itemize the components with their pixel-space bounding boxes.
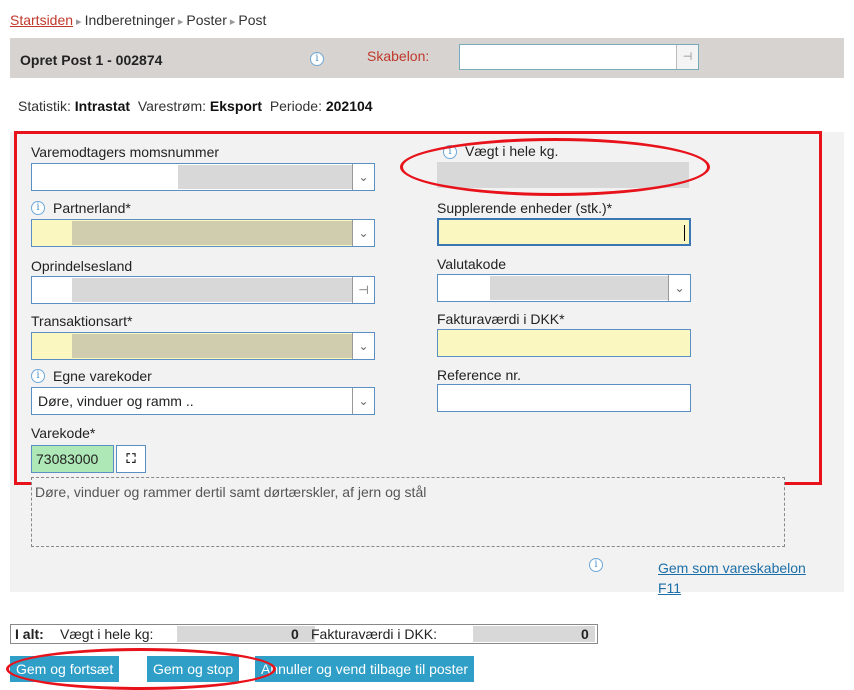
statistics-line: Statistik: Intrastat Varestrøm: Eksport … (18, 98, 373, 114)
periode-label: Periode: (269, 98, 322, 114)
totals-faktura-label: Fakturaværdi i DKK: (311, 626, 438, 642)
highlight-ellipse (6, 648, 276, 690)
info-icon[interactable]: i (310, 52, 324, 66)
periode-value: 202104 (325, 98, 373, 114)
varestrom-label: Varestrøm: (137, 98, 207, 114)
annuller-button[interactable]: Annuller og vend tilbage til poster (255, 656, 475, 682)
gem-link-line2: F11 (658, 580, 682, 596)
breadcrumb-home-link[interactable]: Startsiden (10, 12, 73, 28)
statistik-value: Intrastat (74, 98, 131, 114)
totals-vaegt-value: 0 (291, 626, 299, 642)
description-box: Døre, vinduer og rammer dertil samt dørt… (31, 477, 785, 547)
breadcrumb-separator: ▸ (177, 16, 184, 28)
varestrom-value: Eksport (209, 98, 263, 114)
page-title: Opret Post 1 - 002874 (20, 52, 163, 68)
gem-link-line1: Gem som vareskabelon (658, 560, 806, 576)
breadcrumb-item-post: Post (238, 12, 267, 28)
breadcrumb-item-poster: Poster (186, 12, 227, 28)
gem-vareskabelon-link[interactable]: Gem som vareskabelon F11 (658, 558, 806, 598)
lookup-icon[interactable]: ⊣ (676, 45, 698, 69)
skabelon-label: Skabelon: (367, 48, 430, 64)
info-icon[interactable]: i (589, 558, 603, 572)
statistik-label: Statistik: (18, 98, 71, 114)
breadcrumb-separator: ▸ (229, 16, 236, 28)
breadcrumb: Startsiden ▸ Indberetninger ▸ Poster ▸ Post (10, 12, 266, 28)
totals-bar: I alt: Vægt i hele kg: 0 Fakturaværdi i … (10, 624, 598, 644)
totals-vaegt-label: Vægt i hele kg: (60, 626, 154, 642)
breadcrumb-separator: ▸ (76, 16, 82, 28)
totals-label: I alt: (15, 626, 44, 642)
totals-faktura-value: 0 (581, 626, 589, 642)
skabelon-input[interactable]: ⊣ (459, 44, 699, 70)
breadcrumb-item-indberetninger: Indberetninger (84, 12, 175, 28)
highlight-rectangle (14, 131, 822, 485)
